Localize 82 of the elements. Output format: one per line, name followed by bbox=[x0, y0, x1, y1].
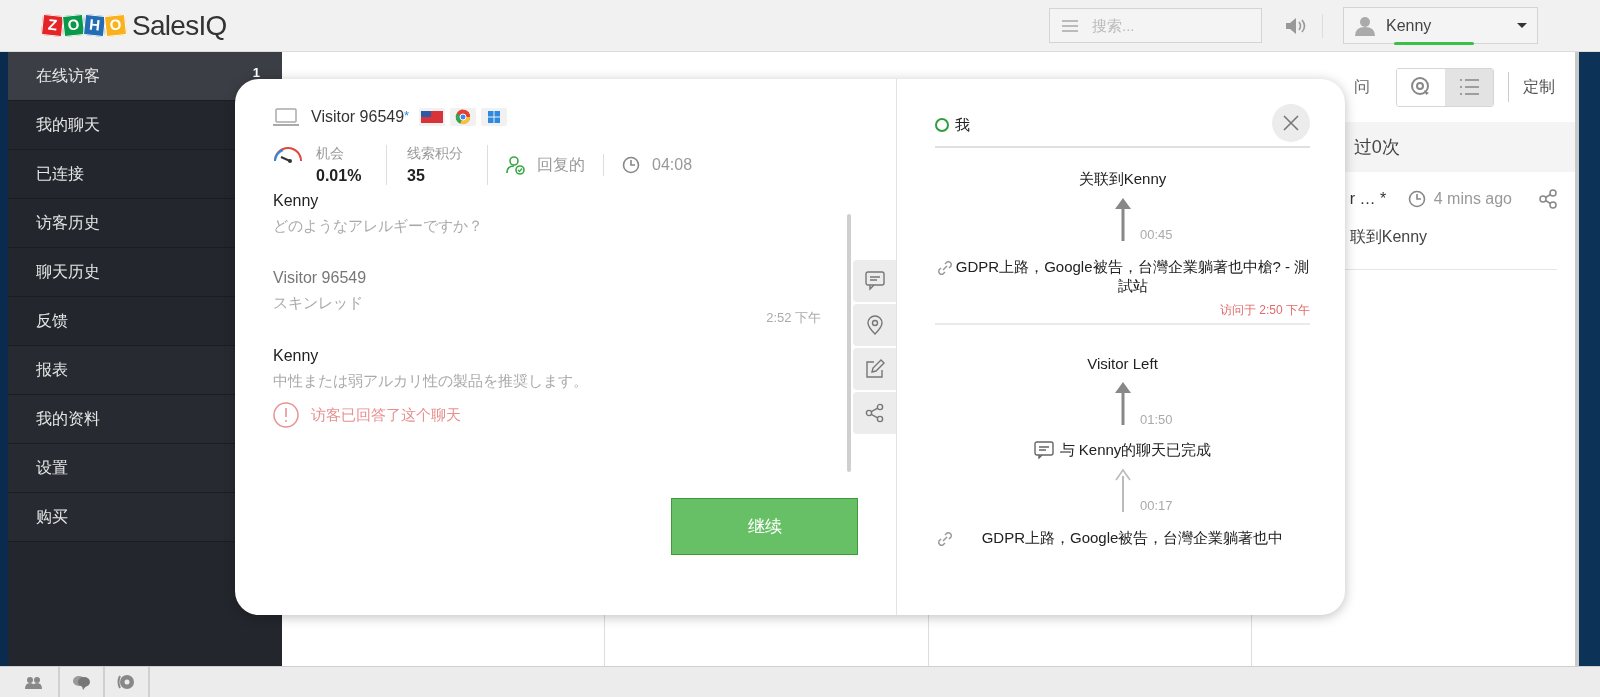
elapsed-time: 00:17 bbox=[1140, 497, 1173, 515]
timeline-event: Visitor Left bbox=[1087, 353, 1158, 374]
flag-icon bbox=[419, 108, 446, 126]
target-icon bbox=[1410, 76, 1432, 98]
chat-icon bbox=[864, 271, 885, 291]
list-icon bbox=[1458, 77, 1480, 97]
close-button[interactable] bbox=[1272, 104, 1310, 142]
view-toggle-button[interactable] bbox=[1445, 68, 1493, 106]
asterisk: * bbox=[404, 107, 410, 125]
chrome-icon bbox=[450, 108, 477, 126]
timeline-event: 关联到Kenny bbox=[1078, 169, 1167, 189]
chat-bubbles-icon bbox=[72, 673, 91, 691]
sidebar-label: 购买 bbox=[36, 507, 69, 527]
page-title: GDPR上路，Google被告，台灣企業躺著也中 bbox=[980, 527, 1285, 547]
timeline-event: 与 Kenny的聊天已完成 bbox=[1059, 440, 1212, 460]
edit-icon bbox=[864, 359, 885, 379]
up-arrow-icon bbox=[1113, 381, 1132, 425]
visitor-name: r … * bbox=[1349, 189, 1388, 209]
logo-letter: H bbox=[82, 13, 107, 38]
windows-icon bbox=[481, 108, 508, 126]
card-text: 联到Kenny bbox=[1349, 227, 1429, 247]
side-action-button[interactable] bbox=[853, 260, 896, 302]
message-time: 2:52 下午 bbox=[766, 309, 822, 327]
customize-link[interactable]: 定制 bbox=[1523, 75, 1555, 99]
product-name: SalesIQ bbox=[132, 8, 227, 43]
stat-value: 0.01% bbox=[316, 165, 363, 186]
chat-duration: 04:08 bbox=[652, 155, 693, 175]
user-dropdown[interactable]: Kenny bbox=[1343, 7, 1538, 44]
share-icon[interactable] bbox=[1539, 189, 1557, 209]
sidebar-item[interactable]: 在线访客 1 bbox=[8, 52, 282, 101]
stat-label: 机会 bbox=[316, 143, 345, 163]
logo-letter: O bbox=[61, 13, 86, 38]
user-name: Kenny bbox=[1386, 15, 1433, 36]
visit-count-text: 过0次 bbox=[1353, 135, 1400, 159]
alert-icon bbox=[273, 402, 299, 428]
owner-name: 我 bbox=[955, 114, 971, 135]
user-check-icon bbox=[506, 155, 525, 175]
status-text: 回复的 bbox=[537, 155, 585, 175]
sidebar-label: 访客历史 bbox=[36, 213, 101, 233]
logo-letter: Z bbox=[40, 13, 65, 38]
laptop-icon bbox=[273, 108, 299, 126]
clock-icon bbox=[1407, 190, 1426, 208]
elapsed-time: 00:45 bbox=[1140, 226, 1173, 244]
scrollbar[interactable] bbox=[847, 214, 852, 472]
sidebar-label: 我的资料 bbox=[36, 409, 101, 429]
disc-icon bbox=[117, 673, 136, 691]
caret-icon bbox=[1517, 23, 1527, 28]
stat-label: 线索积分 bbox=[407, 143, 464, 163]
item-count: 1 bbox=[252, 66, 260, 79]
time-ago: 4 mins ago bbox=[1433, 189, 1513, 209]
side-action-button[interactable] bbox=[853, 304, 896, 346]
logo-letter: O bbox=[103, 13, 128, 38]
close-icon bbox=[1283, 115, 1299, 131]
up-arrow-icon bbox=[1113, 196, 1132, 241]
share-icon bbox=[864, 403, 885, 423]
page-title: GDPR上路，Google被告，台灣企業躺著也中槍? - 測試站 bbox=[955, 256, 1310, 295]
sidebar-label: 我的聊天 bbox=[36, 115, 101, 135]
side-action-button[interactable] bbox=[853, 392, 896, 434]
up-arrow-icon bbox=[1113, 467, 1132, 512]
sidebar-label: 报表 bbox=[36, 360, 69, 380]
online-status-icon bbox=[935, 118, 949, 132]
gauge-icon bbox=[273, 145, 303, 165]
search-field[interactable]: 搜索... bbox=[1049, 8, 1262, 43]
elapsed-time: 01:50 bbox=[1140, 410, 1173, 429]
notice-text: 访客已回答了这个聊天 bbox=[311, 404, 461, 425]
side-action-button[interactable] bbox=[853, 348, 896, 390]
people-icon bbox=[23, 674, 43, 690]
sidebar-label: 在线访客 bbox=[36, 66, 101, 86]
stat-value: 35 bbox=[407, 165, 426, 186]
clock-icon bbox=[622, 156, 640, 174]
speaker-icon[interactable] bbox=[1284, 15, 1306, 36]
user-icon bbox=[1354, 14, 1376, 37]
sidebar-label: 聊天历史 bbox=[36, 262, 101, 282]
chat-icon bbox=[1033, 441, 1054, 460]
menu-icon bbox=[1061, 18, 1079, 34]
location-pin-icon bbox=[864, 315, 885, 335]
sidebar-label: 反馈 bbox=[36, 311, 69, 331]
visitor-name: Visitor 96549 bbox=[311, 107, 405, 127]
toolbar-text: 问 bbox=[1354, 77, 1370, 97]
visit-time: 访问于 2:50 下午 bbox=[1219, 301, 1310, 319]
sidebar-label: 设置 bbox=[36, 458, 69, 478]
sidebar-label: 已连接 bbox=[36, 164, 85, 184]
